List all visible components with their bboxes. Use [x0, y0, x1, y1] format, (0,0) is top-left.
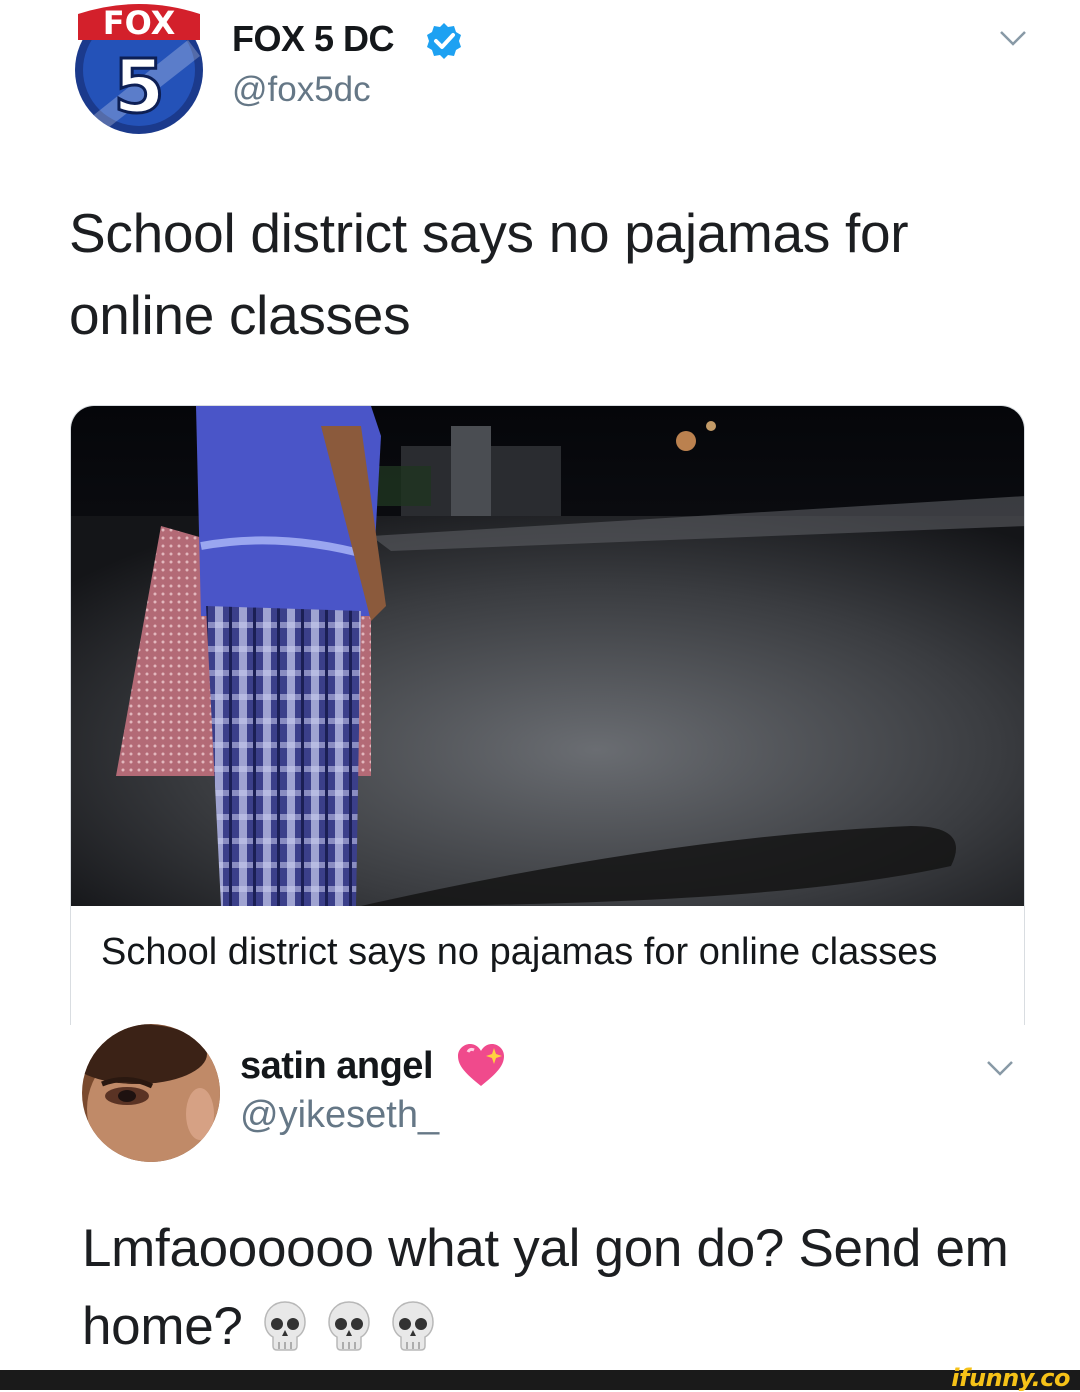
- author-name[interactable]: FOX 5 DC: [232, 18, 395, 60]
- verified-badge-icon: [425, 22, 463, 60]
- watermark-bar: ifunny.co: [0, 1364, 1080, 1392]
- ifunny-watermark: ifunny.co: [951, 1364, 1070, 1392]
- sparkling-heart-icon: [456, 1042, 506, 1088]
- author-handle[interactable]: @yikeseth_: [240, 1094, 439, 1137]
- card-image: [71, 406, 1024, 906]
- link-card[interactable]: School district says no pajamas for onli…: [70, 405, 1025, 1025]
- tweet-text: School district says no pajamas for onli…: [69, 202, 909, 346]
- avatar[interactable]: [82, 1024, 220, 1162]
- card-title: School district says no pajamas for onli…: [101, 931, 938, 973]
- author-handle[interactable]: @fox5dc: [232, 70, 371, 110]
- fox5-logo-avatar[interactable]: FOX 5: [68, 0, 210, 134]
- tweet-text: Lmfaoooooo what yal gon do? Send em home…: [82, 1210, 1032, 1366]
- tweet-text-body: Lmfaoooooo what yal gon do? Send em home…: [82, 1219, 1009, 1356]
- author-name[interactable]: satin angel: [240, 1045, 434, 1088]
- logo-fox-text: FOX: [103, 4, 176, 42]
- logo-five-text: 5: [113, 44, 165, 130]
- chevron-down-icon[interactable]: [985, 1058, 1015, 1078]
- skull-icon: [391, 1296, 435, 1351]
- skull-icon: [327, 1296, 371, 1351]
- chevron-down-icon[interactable]: [998, 28, 1028, 48]
- skull-icon: [263, 1296, 307, 1351]
